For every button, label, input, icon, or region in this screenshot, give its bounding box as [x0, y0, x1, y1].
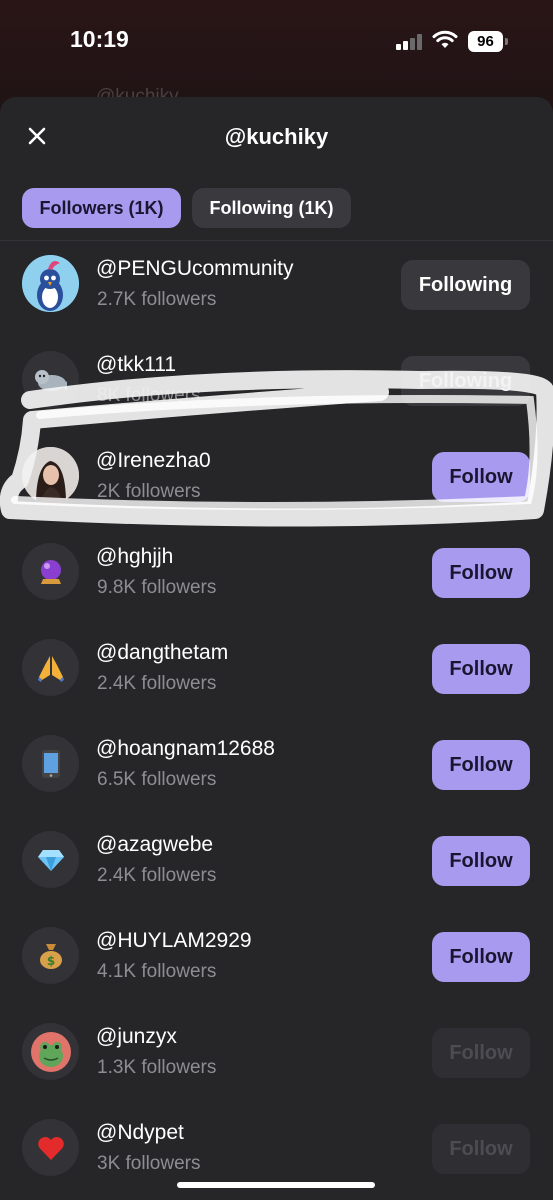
praying-hands-icon [22, 639, 79, 696]
follow-button[interactable]: Follow [432, 1124, 530, 1174]
follower-count: 6.5K followers [97, 769, 217, 790]
list-item[interactable]: @PENGUcommunity 2.7K followers Following [0, 241, 553, 337]
followers-sheet: @kuchiky Followers (1K) Following (1K) @… [0, 97, 553, 1200]
username[interactable]: @Irenezha0 [96, 449, 211, 473]
home-indicator [177, 1182, 375, 1188]
battery-level: 96 [468, 31, 503, 52]
username[interactable]: @tkk111 [96, 353, 176, 377]
follower-count: 2K followers [97, 481, 201, 502]
list-item[interactable]: @dangthetam 2.4K followers Follow [0, 625, 553, 721]
wifi-icon [432, 30, 458, 48]
username[interactable]: @Ndypet [96, 1121, 184, 1145]
follower-count: 8K followers [97, 385, 201, 406]
username[interactable]: @hoangnam12688 [96, 737, 275, 761]
follow-button[interactable]: Follow [432, 836, 530, 886]
following-button[interactable]: Following [401, 356, 530, 406]
money-bag-icon: $ [22, 927, 79, 984]
follow-button[interactable]: Follow [432, 452, 530, 502]
photo-avatar [22, 447, 79, 504]
status-bar: 10:19 96 [0, 0, 553, 90]
follow-button[interactable]: Follow [432, 644, 530, 694]
sheet-header: @kuchiky [0, 97, 553, 177]
list-item[interactable]: @Irenezha0 2K followers Follow [0, 433, 553, 529]
red-heart-icon [22, 1119, 79, 1176]
list-item[interactable]: $ @HUYLAM2929 4.1K followers Follow [0, 913, 553, 1009]
follower-count: 2.4K followers [97, 673, 217, 694]
tab-followers[interactable]: Followers (1K) [22, 188, 181, 228]
username[interactable]: @azagwebe [96, 833, 213, 857]
follower-count: 4.1K followers [97, 961, 217, 982]
follower-count: 3K followers [97, 1153, 201, 1174]
penguin-icon [22, 255, 79, 312]
follower-count: 9.8K followers [97, 577, 217, 598]
follower-count: 2.7K followers [97, 289, 217, 310]
follower-count: 1.3K followers [97, 1057, 217, 1078]
list-item[interactable]: @azagwebe 2.4K followers Follow [0, 817, 553, 913]
username[interactable]: @junzyx [96, 1025, 177, 1049]
status-time: 10:19 [70, 26, 129, 52]
follow-button[interactable]: Follow [432, 548, 530, 598]
frog-icon [22, 1023, 79, 1080]
gem-icon [22, 831, 79, 888]
svg-text:$: $ [46, 954, 54, 968]
follower-count: 2.4K followers [97, 865, 217, 886]
list-item[interactable]: @tkk111 8K followers Following [0, 337, 553, 433]
username[interactable]: @dangthetam [96, 641, 228, 665]
username[interactable]: @PENGUcommunity [96, 257, 294, 281]
crystal-ball-icon [22, 543, 79, 600]
battery-icon: 96 [468, 31, 508, 53]
seal-icon [22, 351, 79, 408]
username[interactable]: @hghjjh [96, 545, 173, 569]
list-item[interactable]: @hoangnam12688 6.5K followers Follow [0, 721, 553, 817]
list-item[interactable]: @junzyx 1.3K followers Follow [0, 1009, 553, 1105]
following-button[interactable]: Following [401, 260, 530, 310]
mobile-phone-icon [22, 735, 79, 792]
tab-following[interactable]: Following (1K) [192, 188, 351, 228]
follow-button[interactable]: Follow [432, 1028, 530, 1078]
sheet-title: @kuchiky [224, 124, 329, 149]
cellular-signal-icon [396, 34, 424, 50]
follow-button[interactable]: Follow [432, 932, 530, 982]
follow-button[interactable]: Follow [432, 740, 530, 790]
list-item[interactable]: @hghjjh 9.8K followers Follow [0, 529, 553, 625]
username[interactable]: @HUYLAM2929 [96, 929, 252, 953]
